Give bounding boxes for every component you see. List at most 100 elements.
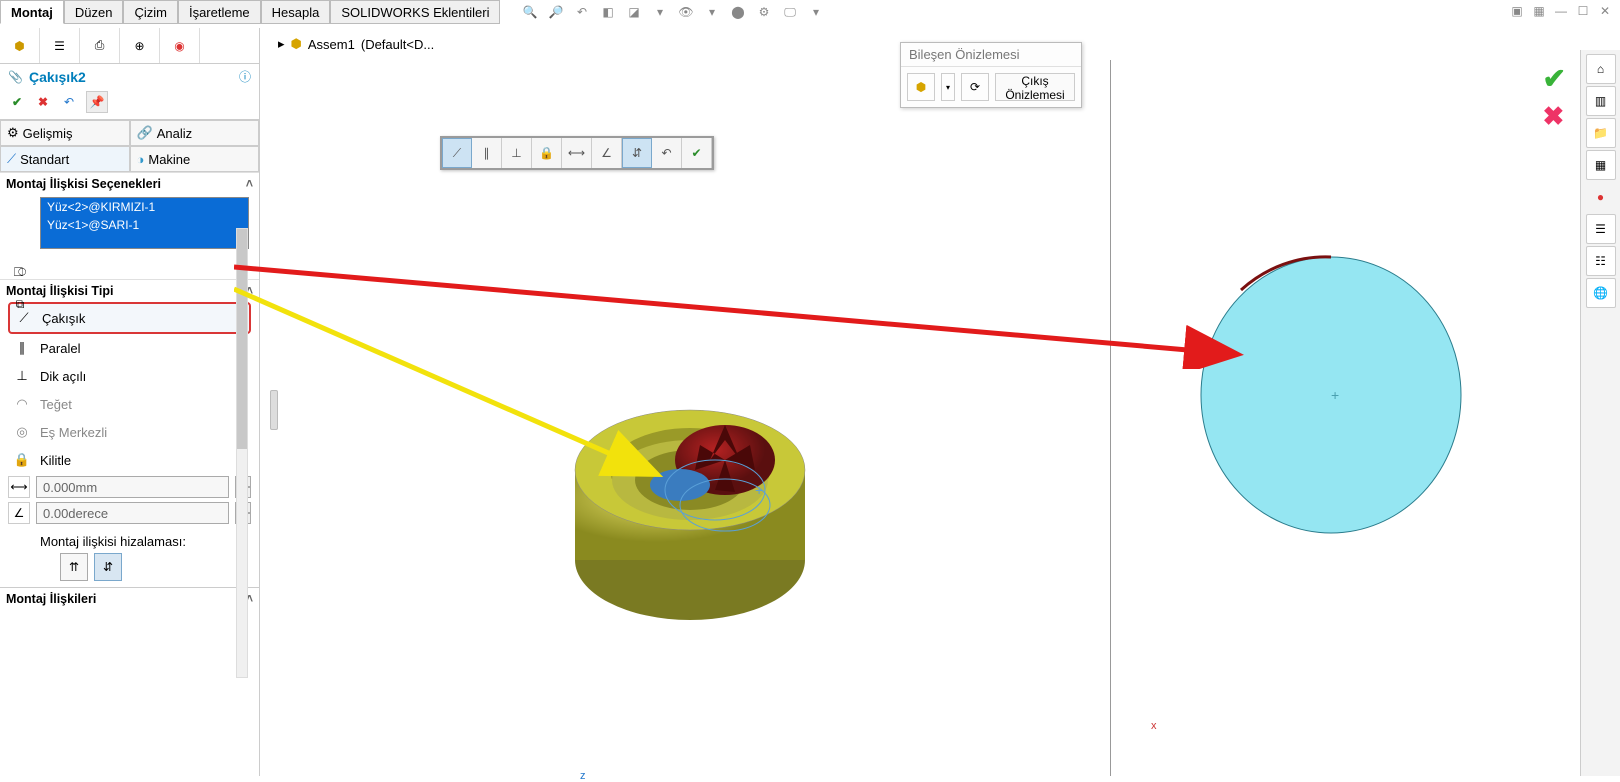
cancel-button[interactable]: ✖ <box>34 93 52 111</box>
feature-tree-icon[interactable]: ⬢ <box>0 28 40 63</box>
win-close-icon[interactable]: ✕ <box>1596 2 1614 20</box>
selection-row-2[interactable]: Yüz<1>@SARI-1 <box>41 216 248 234</box>
property-manager-icon[interactable]: ☰ <box>40 28 80 63</box>
group-mates[interactable]: Montaj İlişkileri˄ <box>0 587 259 610</box>
preview-viewport[interactable]: + x <box>1110 60 1570 776</box>
parallel-icon: ∥ <box>12 338 32 358</box>
design-library-icon[interactable]: ▥ <box>1586 86 1616 116</box>
dimxpert-icon[interactable]: ⊕ <box>120 28 160 63</box>
undo-icon[interactable]: ↶ <box>60 93 78 111</box>
pushpin-icon[interactable]: 📌 <box>86 91 108 113</box>
group-mate-selections[interactable]: Montaj İlişkisi Seçenekleri˄ <box>0 172 259 195</box>
entity-filter-icon[interactable]: ⎄ <box>8 260 32 284</box>
confirmation-corner: ✔ ✖ <box>1543 62 1566 132</box>
mate-selection-list[interactable]: Yüz<2>@KIRMIZI-1 Yüz<1>@SARI-1 <box>40 197 249 249</box>
custom-props-icon[interactable]: ☰ <box>1586 214 1616 244</box>
selection-row-1[interactable]: Yüz<2>@KIRMIZI-1 <box>41 198 248 216</box>
command-manager-tabs: Montaj Düzen Çizim İşaretleme Hesapla SO… <box>0 0 500 24</box>
analysis-icon: 🔗 <box>137 125 153 141</box>
subtab-analiz[interactable]: 🔗Analiz <box>130 120 260 146</box>
view-palette-icon[interactable]: ▦ <box>1586 150 1616 180</box>
svg-text:+: + <box>755 482 763 498</box>
ctx-perpendicular-icon[interactable]: ⊥ <box>502 138 532 168</box>
task-pane: ⌂ ▥ 📁 ▦ ● ☰ ☷ 🌐 <box>1580 50 1620 776</box>
group-mate-type[interactable]: Montaj İlişkisi Tipi˄ <box>0 279 259 302</box>
preview-dropdown-icon[interactable]: ▾ <box>941 73 955 101</box>
ctx-angle-icon[interactable]: ∠ <box>592 138 622 168</box>
display-manager-icon[interactable]: ◉ <box>160 28 200 63</box>
display-style-icon[interactable]: ◪ <box>624 2 644 22</box>
win-tile-icon[interactable]: ▣ <box>1508 2 1526 20</box>
subtab-standart[interactable]: ⟋Standart <box>0 146 130 172</box>
mate-coincident[interactable]: ⟋Çakışık <box>8 302 251 334</box>
tab-hesapla[interactable]: Hesapla <box>261 0 331 24</box>
zoom-fit-icon[interactable]: 🔍 <box>520 2 540 22</box>
tab-eklenti[interactable]: SOLIDWORKS Eklentileri <box>330 0 500 24</box>
display-dropdown-icon[interactable]: ▾ <box>650 2 670 22</box>
subtab-makine[interactable]: ◑Makine <box>130 146 260 172</box>
mate-perpendicular[interactable]: ⊥Dik açılı <box>8 362 251 390</box>
panel-scrollbar[interactable] <box>236 228 248 678</box>
distance-icon: ⟷ <box>8 476 30 498</box>
ok-button[interactable]: ✔ <box>8 93 26 111</box>
distance-input[interactable] <box>36 476 229 498</box>
ctx-lock-icon[interactable]: 🔒 <box>532 138 562 168</box>
ctx-undo-icon[interactable]: ↶ <box>652 138 682 168</box>
ctx-ok-icon[interactable]: ✔ <box>682 138 712 168</box>
forum-icon[interactable]: ☷ <box>1586 246 1616 276</box>
view-dropdown-icon[interactable]: ▾ <box>806 2 826 22</box>
file-explorer-icon[interactable]: 📁 <box>1586 118 1616 148</box>
breadcrumb-arrow-icon[interactable]: ▸ <box>278 36 285 52</box>
hide-show-icon[interactable]: 👁 <box>676 2 696 22</box>
breadcrumb: ▸ ⬢ Assem1 (Default<D... <box>278 36 434 52</box>
config-manager-icon[interactable]: ⎙ <box>80 28 120 63</box>
breadcrumb-doc[interactable]: Assem1 <box>308 37 355 52</box>
prev-view-icon[interactable]: ↶ <box>572 2 592 22</box>
multi-mate-icon[interactable]: ⧉ <box>8 292 32 316</box>
section-icon[interactable]: ◧ <box>598 2 618 22</box>
mate-lock[interactable]: 🔒Kilitle <box>8 446 251 474</box>
view-settings-icon[interactable]: 🖵 <box>780 2 800 22</box>
win-min-icon[interactable]: — <box>1552 2 1570 20</box>
confirm-ok-icon[interactable]: ✔ <box>1543 62 1566 95</box>
preview-part-icon[interactable]: ⬢ <box>907 73 935 101</box>
assembly-icon: ⬢ <box>291 36 302 52</box>
scene-icon[interactable]: ⚙ <box>754 2 774 22</box>
align-opposite-icon[interactable]: ⇵ <box>94 553 122 581</box>
split-handle[interactable] <box>270 390 278 430</box>
chevron-up-icon[interactable]: ˄ <box>246 177 253 191</box>
mate-tangent[interactable]: ◠Teğet <box>8 390 251 418</box>
help-icon[interactable]: ⓘ <box>239 68 251 85</box>
mate-parallel[interactable]: ∥Paralel <box>8 334 251 362</box>
ctx-flip-icon[interactable]: ⇵ <box>622 138 652 168</box>
ctx-distance-icon[interactable]: ⟷ <box>562 138 592 168</box>
resources-icon[interactable]: 🌐 <box>1586 278 1616 308</box>
hide-dropdown-icon[interactable]: ▾ <box>702 2 722 22</box>
home-icon[interactable]: ⌂ <box>1586 54 1616 84</box>
svg-text:+: + <box>1331 387 1339 403</box>
adv-icon: ⚙ <box>7 125 19 141</box>
appearances-icon[interactable]: ● <box>1586 182 1616 212</box>
tab-isaretleme[interactable]: İşaretleme <box>178 0 261 24</box>
mate-icon: 📎 <box>8 70 23 84</box>
confirm-cancel-icon[interactable]: ✖ <box>1543 101 1566 132</box>
win-cascade-icon[interactable]: ▦ <box>1530 2 1548 20</box>
preview-sync-icon[interactable]: ⟳ <box>961 73 989 101</box>
align-same-icon[interactable]: ⇈ <box>60 553 88 581</box>
zoom-area-icon[interactable]: 🔎 <box>546 2 566 22</box>
win-max-icon[interactable]: ☐ <box>1574 2 1592 20</box>
tab-cizim[interactable]: Çizim <box>123 0 178 24</box>
tab-duzen[interactable]: Düzen <box>64 0 124 24</box>
heads-up-toolbar: 🔍 🔎 ↶ ◧ ◪ ▾ 👁 ▾ ⬤ ⚙ 🖵 ▾ <box>520 2 826 22</box>
subtab-gelismis[interactable]: ⚙Gelişmiş <box>0 120 130 146</box>
tab-montaj[interactable]: Montaj <box>0 0 64 24</box>
perpendicular-icon: ⊥ <box>12 366 32 386</box>
appearance-icon[interactable]: ⬤ <box>728 2 748 22</box>
mech-icon: ◑ <box>137 152 145 167</box>
axis-z-label: z <box>580 770 586 782</box>
ctx-coincident-icon[interactable]: ⟋ <box>442 138 472 168</box>
mate-concentric[interactable]: ◎Eş Merkezli <box>8 418 251 446</box>
exit-preview-button[interactable]: Çıkış Önizlemesi <box>995 73 1075 101</box>
ctx-parallel-icon[interactable]: ∥ <box>472 138 502 168</box>
angle-input[interactable] <box>36 502 229 524</box>
